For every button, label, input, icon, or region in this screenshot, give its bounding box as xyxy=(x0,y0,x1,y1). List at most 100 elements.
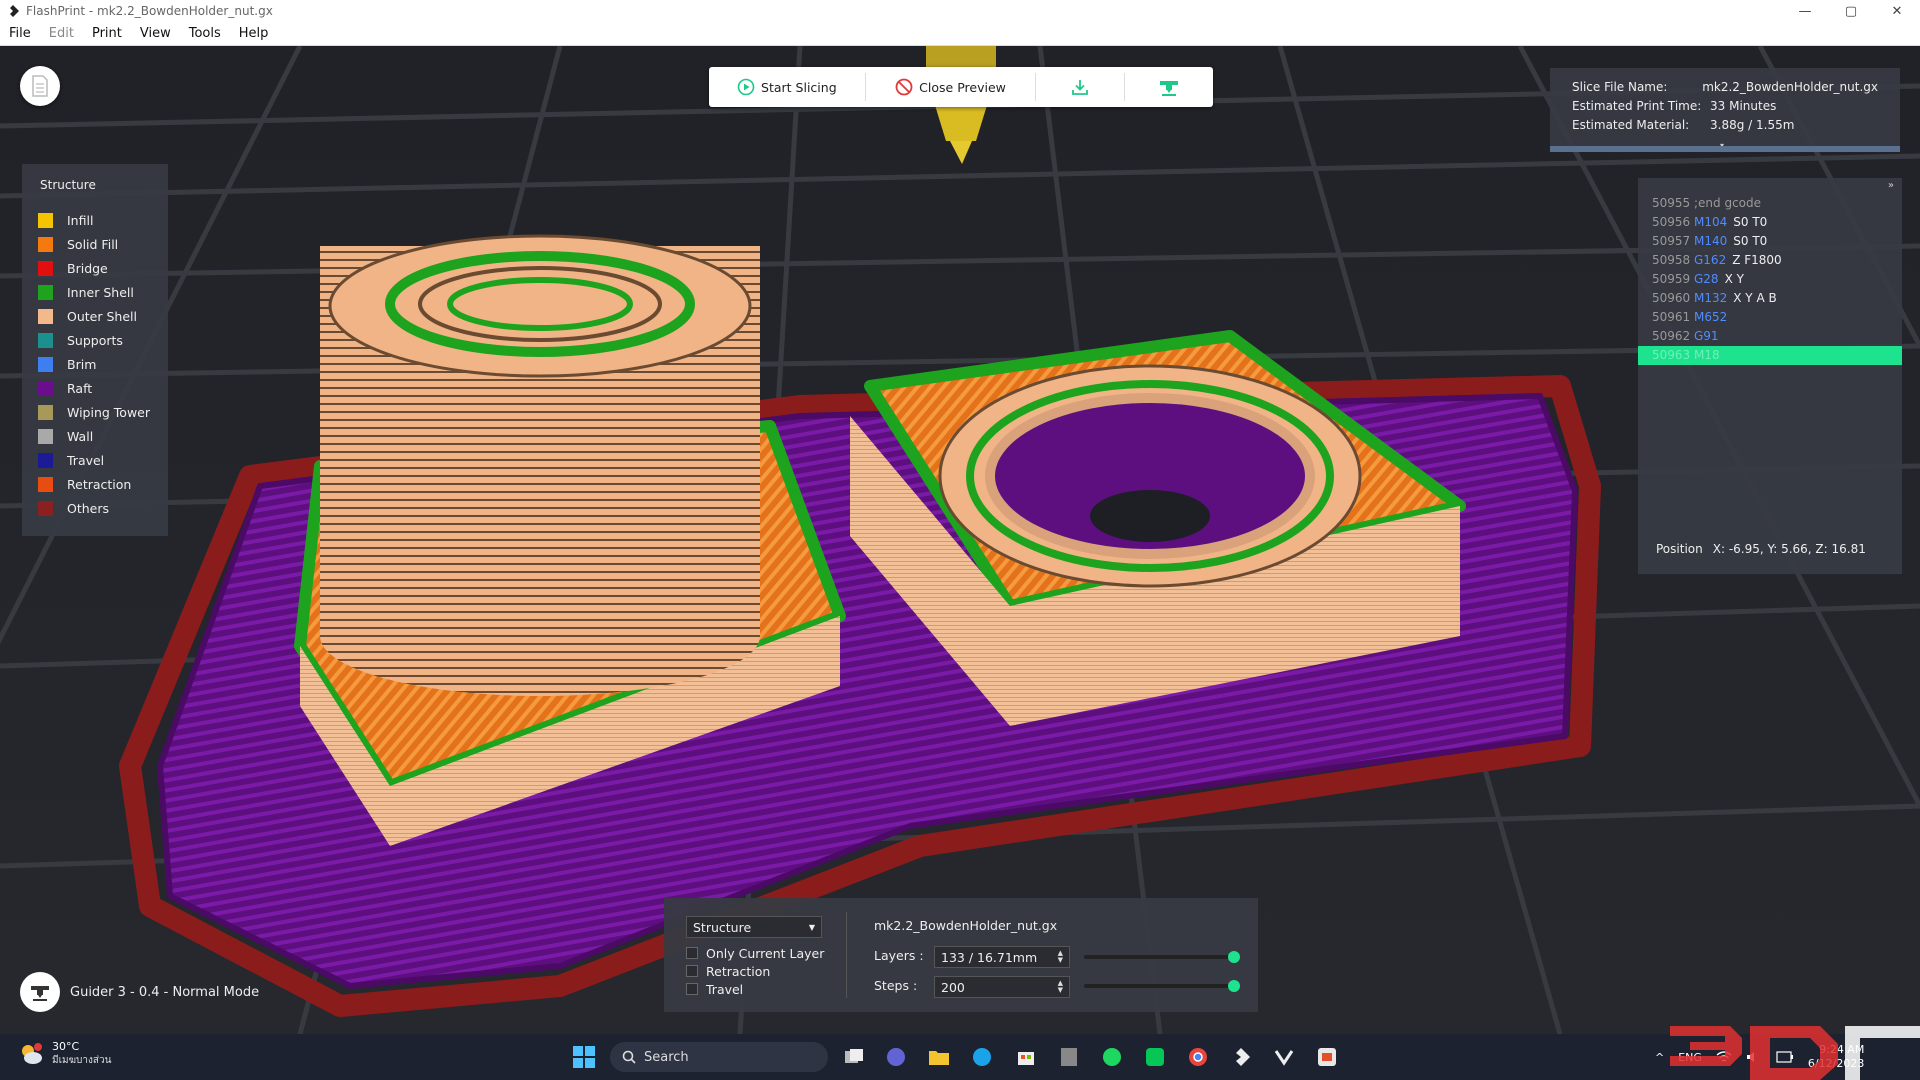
gcode-line[interactable]: 50955 ;end gcode xyxy=(1638,194,1902,213)
legend-label: Retraction xyxy=(67,476,132,492)
menu-tools[interactable]: Tools xyxy=(180,26,230,41)
presentation-app-icon[interactable] xyxy=(1313,1043,1341,1071)
gcode-line[interactable]: 50961 M652 xyxy=(1638,308,1902,327)
print-time-value: 33 Minutes xyxy=(1710,99,1777,113)
printer-nozzle-icon xyxy=(1160,81,1179,96)
layers-slider-handle[interactable] xyxy=(1228,951,1240,963)
steps-slider-handle[interactable] xyxy=(1228,980,1240,992)
layers-spinbox[interactable]: 133 / 16.71mm ▲ ▼ xyxy=(934,946,1070,968)
gcode-line-number: 50960 xyxy=(1652,291,1691,305)
gcode-line-number: 50963 xyxy=(1652,348,1691,362)
calculator-icon[interactable] xyxy=(1055,1043,1083,1071)
file-explorer-icon[interactable] xyxy=(925,1043,953,1071)
export-button[interactable] xyxy=(1036,67,1124,107)
view-mode-value: Structure xyxy=(693,919,752,935)
gcode-command: M18 xyxy=(1694,348,1720,362)
taskbar-search[interactable]: Search xyxy=(610,1042,828,1072)
spin-arrows-icon[interactable]: ▲ ▼ xyxy=(1058,980,1063,994)
store-icon[interactable] xyxy=(1012,1043,1040,1071)
legend-label: Outer Shell xyxy=(67,308,137,324)
legend-label: Wiping Tower xyxy=(67,404,151,420)
start-slicing-button[interactable]: Start Slicing xyxy=(709,67,865,107)
legend-swatch xyxy=(38,500,53,516)
windows-taskbar: 30°C มีเมฆบางส่วน Search ^ ENG 9:24 AM 6… xyxy=(0,1034,1920,1080)
legend-label: Others xyxy=(67,500,110,516)
3d-preview-viewport[interactable]: Structure Infill Solid Fill Bridge Inner Sh… xyxy=(0,46,1920,1034)
gcode-list[interactable]: 50955 ;end gcode 50956 M104 S0 T0 50957 M140 S0… xyxy=(1638,194,1902,365)
travel-checkbox[interactable] xyxy=(686,983,698,995)
gcode-line[interactable]: 50956 M104 S0 T0 xyxy=(1638,213,1902,232)
spotify-icon[interactable] xyxy=(1098,1043,1126,1071)
teams-icon[interactable] xyxy=(882,1043,910,1071)
threaded-cylinder xyxy=(320,234,760,696)
gcode-line[interactable]: 50957 M140 S0 T0 xyxy=(1638,232,1902,251)
steps-label: Steps : xyxy=(874,978,918,993)
slice-file-name-label: Slice File Name: xyxy=(1572,80,1668,94)
printer-status[interactable]: Guider 3 - 0.4 - Normal Mode xyxy=(20,972,259,1012)
gcode-arguments: X Y A B xyxy=(1733,291,1777,305)
gcode-line-number: 50959 xyxy=(1652,272,1691,286)
chevron-down-icon: ▼ xyxy=(808,922,815,932)
gcode-command: G162 xyxy=(1694,253,1727,267)
retraction-checkbox[interactable] xyxy=(686,965,698,977)
close-button[interactable]: ✕ xyxy=(1874,0,1920,22)
minimize-button[interactable]: — xyxy=(1782,0,1828,22)
panel-divider xyxy=(846,912,847,998)
travel-option[interactable]: Travel xyxy=(686,980,743,998)
legend-title: Structure xyxy=(40,178,96,192)
steps-spinbox[interactable]: 200 ▲ ▼ xyxy=(934,976,1070,998)
start-slicing-label: Start Slicing xyxy=(761,79,837,95)
edge-icon[interactable] xyxy=(968,1043,996,1071)
only-current-layer-checkbox[interactable] xyxy=(686,947,698,959)
spin-arrows-icon[interactable]: ▲ ▼ xyxy=(1058,950,1063,964)
gcode-line[interactable]: 50959 G28 X Y xyxy=(1638,270,1902,289)
only-current-layer-option[interactable]: Only Current Layer xyxy=(686,944,824,962)
gcode-line[interactable]: 50963 M18 xyxy=(1638,346,1902,365)
app-icon[interactable] xyxy=(1270,1043,1298,1071)
only-current-layer-label: Only Current Layer xyxy=(706,945,825,961)
menu-print[interactable]: Print xyxy=(83,26,131,41)
close-preview-button[interactable]: Close Preview xyxy=(866,67,1036,107)
maximize-button[interactable]: ▢ xyxy=(1828,0,1874,22)
no-entry-icon xyxy=(895,78,913,96)
printer-nozzle-icon xyxy=(31,986,49,1001)
task-view-icon[interactable] xyxy=(840,1043,868,1071)
menu-edit[interactable]: Edit xyxy=(40,26,83,41)
menu-file[interactable]: File xyxy=(0,26,40,41)
view-mode-select[interactable]: Structure ▼ xyxy=(686,916,822,938)
chrome-icon[interactable] xyxy=(1184,1043,1212,1071)
retraction-option[interactable]: Retraction xyxy=(686,962,770,980)
menu-help[interactable]: Help xyxy=(230,26,278,41)
legend-swatch xyxy=(38,380,53,396)
menu-view[interactable]: View xyxy=(131,26,180,41)
send-to-printer-button[interactable] xyxy=(1125,67,1213,107)
gcode-line[interactable]: 50960 M132 X Y A B xyxy=(1638,289,1902,308)
gcode-command: G91 xyxy=(1694,329,1719,343)
flashprint-taskbar-icon[interactable] xyxy=(1227,1043,1255,1071)
collapse-panel-icon[interactable]: » xyxy=(1888,180,1894,191)
weather-widget[interactable]: 30°C มีเมฆบางส่วน xyxy=(18,1040,111,1068)
gcode-line[interactable]: 50962 G91 xyxy=(1638,327,1902,346)
legend-swatch xyxy=(38,332,53,348)
legend-label: Solid Fill xyxy=(67,236,119,252)
gcode-command: M652 xyxy=(1694,310,1728,324)
chevron-up-icon[interactable]: ^ xyxy=(1655,1051,1664,1064)
slice-file-name: mk2.2_BowdenHolder_nut.gx xyxy=(1702,80,1878,94)
windows-start-icon[interactable] xyxy=(572,1045,596,1069)
line-icon[interactable] xyxy=(1141,1043,1169,1071)
layer-control-panel: Structure ▼ Only Current Layer Retractio… xyxy=(664,898,1258,1012)
legend-item: Infill xyxy=(22,208,168,232)
travel-label: Travel xyxy=(706,981,744,997)
weather-temperature: 30°C xyxy=(52,1040,80,1053)
document-button[interactable] xyxy=(20,66,60,106)
layers-label: Layers : xyxy=(874,948,924,963)
legend-swatch xyxy=(38,428,53,444)
gcode-arguments: X Y xyxy=(1724,272,1744,286)
legend-label: Bridge xyxy=(67,260,108,276)
position-readout: Position X: -6.95, Y: 5.66, Z: 16.81 xyxy=(1656,542,1866,556)
steps-slider[interactable] xyxy=(1084,980,1240,992)
gcode-line[interactable]: 50958 G162 Z F1800 xyxy=(1638,251,1902,270)
layers-slider[interactable] xyxy=(1084,951,1240,963)
printer-icon-button[interactable] xyxy=(20,972,60,1012)
3d-watermark-logo xyxy=(1670,1026,1920,1080)
